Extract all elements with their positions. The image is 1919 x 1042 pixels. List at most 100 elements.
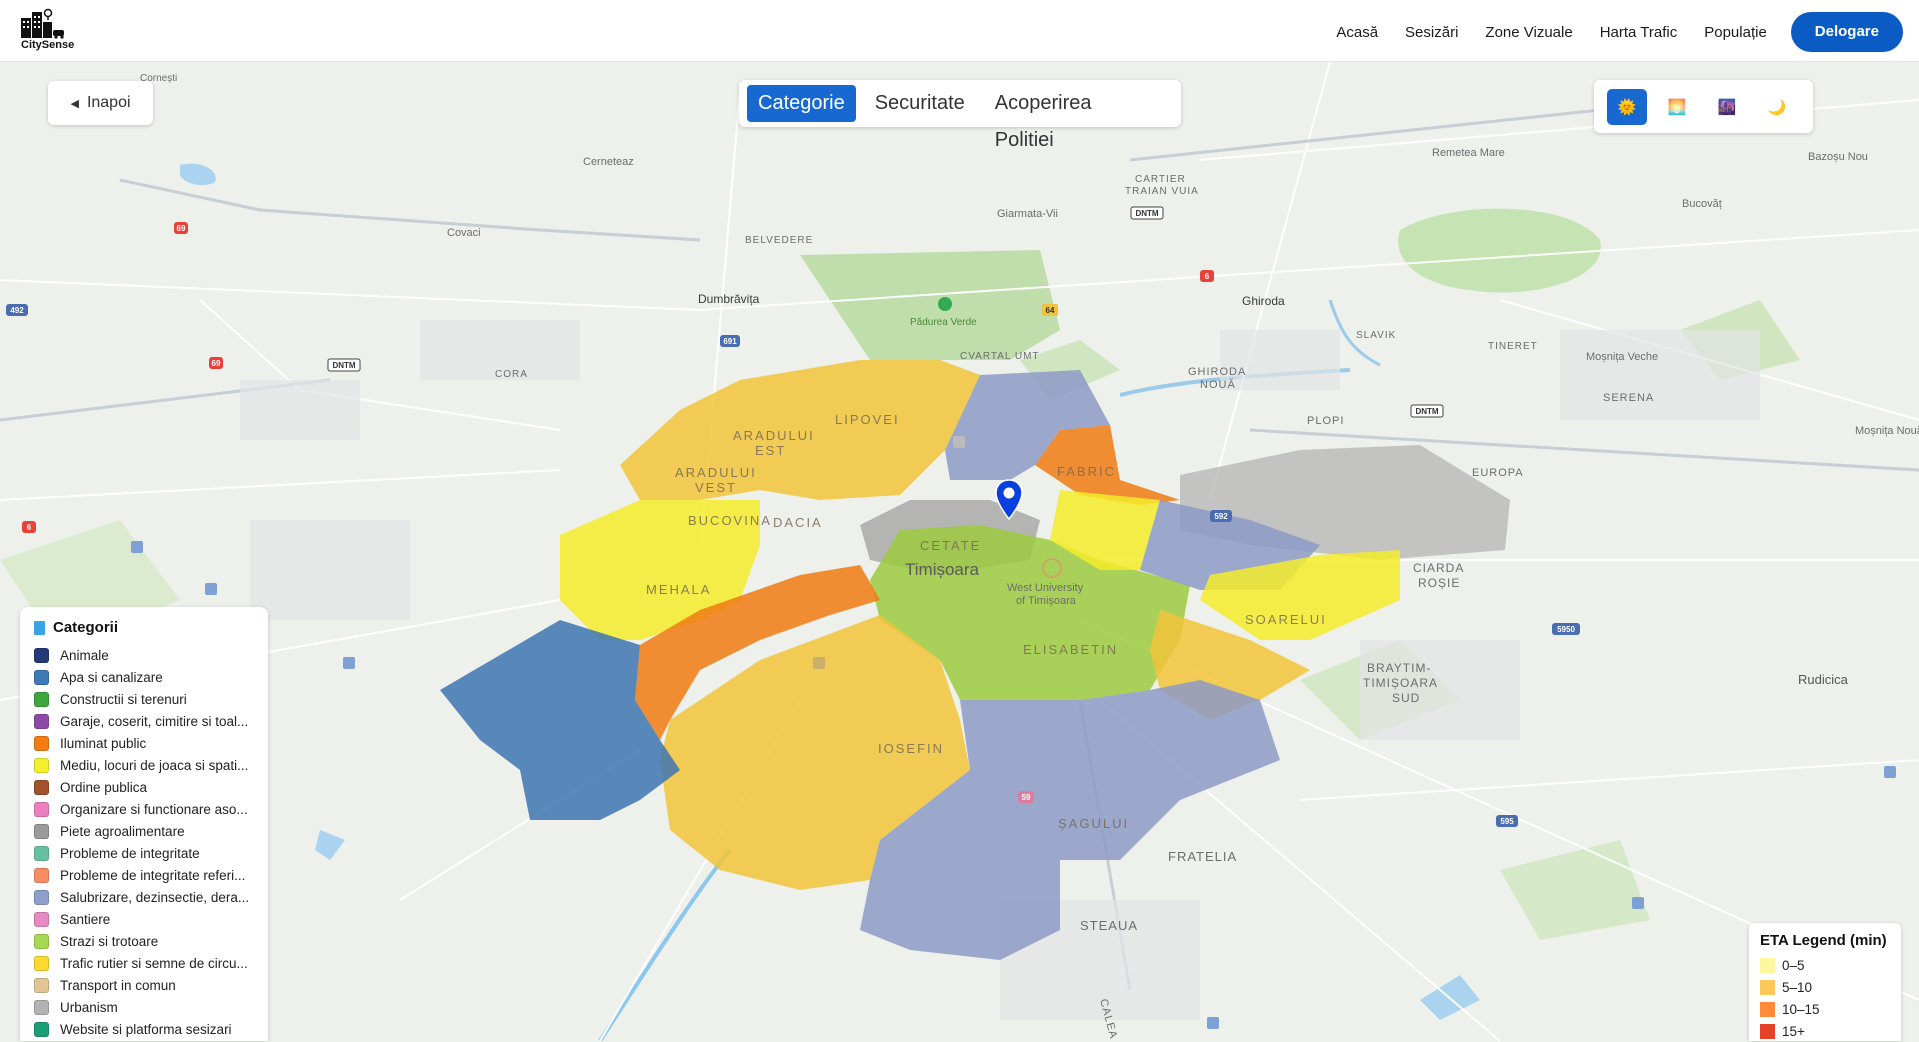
svg-text:69: 69 bbox=[212, 359, 221, 368]
eta-label: 5–10 bbox=[1782, 979, 1813, 995]
category-label: Constructii si terenuri bbox=[60, 691, 187, 707]
svg-text:Moșnița Veche: Moșnița Veche bbox=[1586, 351, 1658, 363]
tab-acoperirea-politiei[interactable]: Acoperirea Politiei bbox=[984, 85, 1165, 151]
svg-text:DACIA: DACIA bbox=[773, 515, 823, 530]
category-legend-item: Website si platforma sesizari bbox=[34, 1018, 254, 1040]
category-label: Mediu, locuri de joaca si spati... bbox=[60, 757, 249, 773]
citysense-logo[interactable]: CitySense bbox=[20, 8, 80, 54]
eta-legend-item: 10–15 bbox=[1760, 998, 1891, 1020]
svg-text:691: 691 bbox=[723, 337, 737, 346]
svg-text:64: 64 bbox=[1046, 306, 1055, 315]
category-legend-item: Strazi si trotoare bbox=[34, 930, 254, 952]
svg-text:CIARDA: CIARDA bbox=[1413, 561, 1464, 575]
svg-text:TIMIȘOARA: TIMIȘOARA bbox=[1363, 676, 1438, 690]
category-label: Probleme de integritate bbox=[60, 845, 200, 861]
category-legend-item: Ordine publica bbox=[34, 776, 254, 798]
eta-legend: ETA Legend (min) 0–5 5–10 10–15 15+ bbox=[1749, 923, 1901, 1041]
tab-securitate[interactable]: Securitate bbox=[864, 85, 976, 122]
back-button-label: Inapoi bbox=[86, 94, 131, 111]
map-mode-tabs: Categorie Securitate Acoperirea Politiei bbox=[739, 80, 1181, 151]
category-label: Website si platforma sesizari bbox=[60, 1021, 232, 1037]
category-legend-item: Piete agroalimentare bbox=[34, 820, 254, 842]
category-swatch bbox=[34, 845, 49, 861]
svg-text:Bazoșu Nou: Bazoșu Nou bbox=[1808, 151, 1868, 163]
theme-sunrise-button[interactable]: 🌅 bbox=[1657, 89, 1697, 125]
svg-text:TINERET: TINERET bbox=[1488, 341, 1538, 352]
nav-link-harta-trafic[interactable]: Harta Trafic bbox=[1600, 24, 1678, 41]
category-label: Iluminat public bbox=[60, 735, 147, 751]
category-legend-item: Organizare si functionare aso... bbox=[34, 798, 254, 820]
category-label: Apa si canalizare bbox=[60, 669, 163, 685]
svg-text:ELISABETIN: ELISABETIN bbox=[1023, 642, 1118, 657]
category-legend-item: Mediu, locuri de joaca si spati... bbox=[34, 754, 254, 776]
svg-text:SOARELUI: SOARELUI bbox=[1245, 612, 1327, 627]
logout-button[interactable]: Delogare bbox=[1790, 12, 1903, 52]
category-label: Santiere bbox=[60, 911, 111, 927]
svg-text:ȘAGULUI: ȘAGULUI bbox=[1058, 816, 1129, 831]
category-legend-item: Transport in comun bbox=[34, 974, 254, 996]
category-swatch bbox=[34, 691, 49, 707]
theme-day-button[interactable]: 🌞 bbox=[1607, 88, 1647, 125]
svg-text:6: 6 bbox=[1205, 272, 1210, 281]
svg-text:EST: EST bbox=[755, 443, 786, 458]
svg-text:ROȘIE: ROȘIE bbox=[1418, 576, 1460, 590]
svg-text:PLOPI: PLOPI bbox=[1307, 415, 1344, 427]
location-pin-icon[interactable] bbox=[994, 479, 1024, 521]
nav-link-zone-vizuale[interactable]: Zone Vizuale bbox=[1485, 24, 1572, 41]
nav-link-sesizari[interactable]: Sesizări bbox=[1405, 24, 1458, 41]
eta-legend-item: 5–10 bbox=[1760, 976, 1891, 998]
svg-text:ARADULUI: ARADULUI bbox=[733, 428, 815, 443]
categories-legend: Categorii Animale Apa si canalizare Constr… bbox=[20, 607, 268, 1041]
category-swatch bbox=[34, 713, 49, 729]
svg-text:CORA: CORA bbox=[495, 369, 528, 380]
svg-text:STEAUA: STEAUA bbox=[1080, 918, 1138, 933]
svg-text:West University: West University bbox=[1007, 582, 1084, 594]
category-legend-item: Iluminat public bbox=[34, 732, 254, 754]
svg-text:BELVEDERE: BELVEDERE bbox=[745, 235, 813, 246]
svg-text:DNTM: DNTM bbox=[1135, 209, 1158, 218]
category-legend-item: Garaje, coserit, cimitire si toal... bbox=[34, 710, 254, 732]
category-legend-item: Trafic rutier si semne de circu... bbox=[34, 952, 254, 974]
svg-text:CARTIER: CARTIER bbox=[1135, 174, 1186, 185]
category-swatch bbox=[34, 647, 49, 663]
back-button[interactable]: ◀ Inapoi bbox=[48, 81, 153, 125]
category-label: Salubrizare, dezinsectie, dera... bbox=[60, 889, 250, 905]
category-swatch bbox=[34, 669, 49, 685]
main-nav: Acasă Sesizări Zone Vizuale Harta Trafic… bbox=[1309, 12, 1903, 52]
caret-left-icon: ◀ bbox=[70, 97, 79, 110]
eta-swatch bbox=[1760, 1001, 1775, 1017]
svg-text:Ghiroda: Ghiroda bbox=[1242, 294, 1285, 308]
svg-text:Cerneteaz: Cerneteaz bbox=[583, 156, 634, 168]
map-canvas[interactable]: Cornești Cerneteaz Covaci BELVEDERE Giar… bbox=[0, 62, 1919, 1041]
svg-text:Bucovăț: Bucovăț bbox=[1682, 198, 1722, 210]
nav-link-acasa[interactable]: Acasă bbox=[1336, 24, 1378, 41]
eta-label: 10–15 bbox=[1782, 1001, 1820, 1017]
moon-icon: 🌙 bbox=[1767, 98, 1787, 116]
top-navbar: CitySense Acasă Sesizări Zone Vizuale Ha… bbox=[0, 0, 1919, 62]
category-legend-item: Constructii si terenuri bbox=[34, 688, 254, 710]
svg-text:Timișoara: Timișoara bbox=[905, 560, 980, 579]
category-legend-item: Probleme de integritate bbox=[34, 842, 254, 864]
category-label: Organizare si functionare aso... bbox=[60, 801, 248, 817]
eta-label: 0–5 bbox=[1782, 957, 1805, 973]
svg-text:TRAIAN VUIA: TRAIAN VUIA bbox=[1125, 186, 1199, 197]
theme-dusk-button[interactable]: 🌆 bbox=[1707, 89, 1747, 125]
theme-night-button[interactable]: 🌙 bbox=[1757, 89, 1797, 125]
category-swatch bbox=[34, 779, 49, 795]
svg-text:FABRIC: FABRIC bbox=[1057, 464, 1116, 479]
category-swatch bbox=[34, 955, 49, 971]
svg-text:Pădurea Verde: Pădurea Verde bbox=[910, 317, 977, 328]
category-swatch bbox=[34, 911, 49, 927]
category-swatch bbox=[34, 757, 49, 773]
tab-categorie[interactable]: Categorie bbox=[747, 85, 856, 122]
svg-text:VEST: VEST bbox=[695, 480, 737, 495]
svg-text:Rudicica: Rudicica bbox=[1798, 672, 1849, 687]
category-swatch bbox=[34, 1021, 49, 1037]
eta-legend-title: ETA Legend (min) bbox=[1760, 932, 1887, 949]
svg-text:Dumbrăvița: Dumbrăvița bbox=[698, 292, 760, 306]
category-label: Ordine publica bbox=[60, 779, 148, 795]
category-swatch bbox=[34, 801, 49, 817]
svg-text:592: 592 bbox=[1214, 512, 1228, 521]
category-swatch bbox=[34, 889, 49, 905]
nav-link-populatie[interactable]: Populație bbox=[1704, 24, 1767, 41]
